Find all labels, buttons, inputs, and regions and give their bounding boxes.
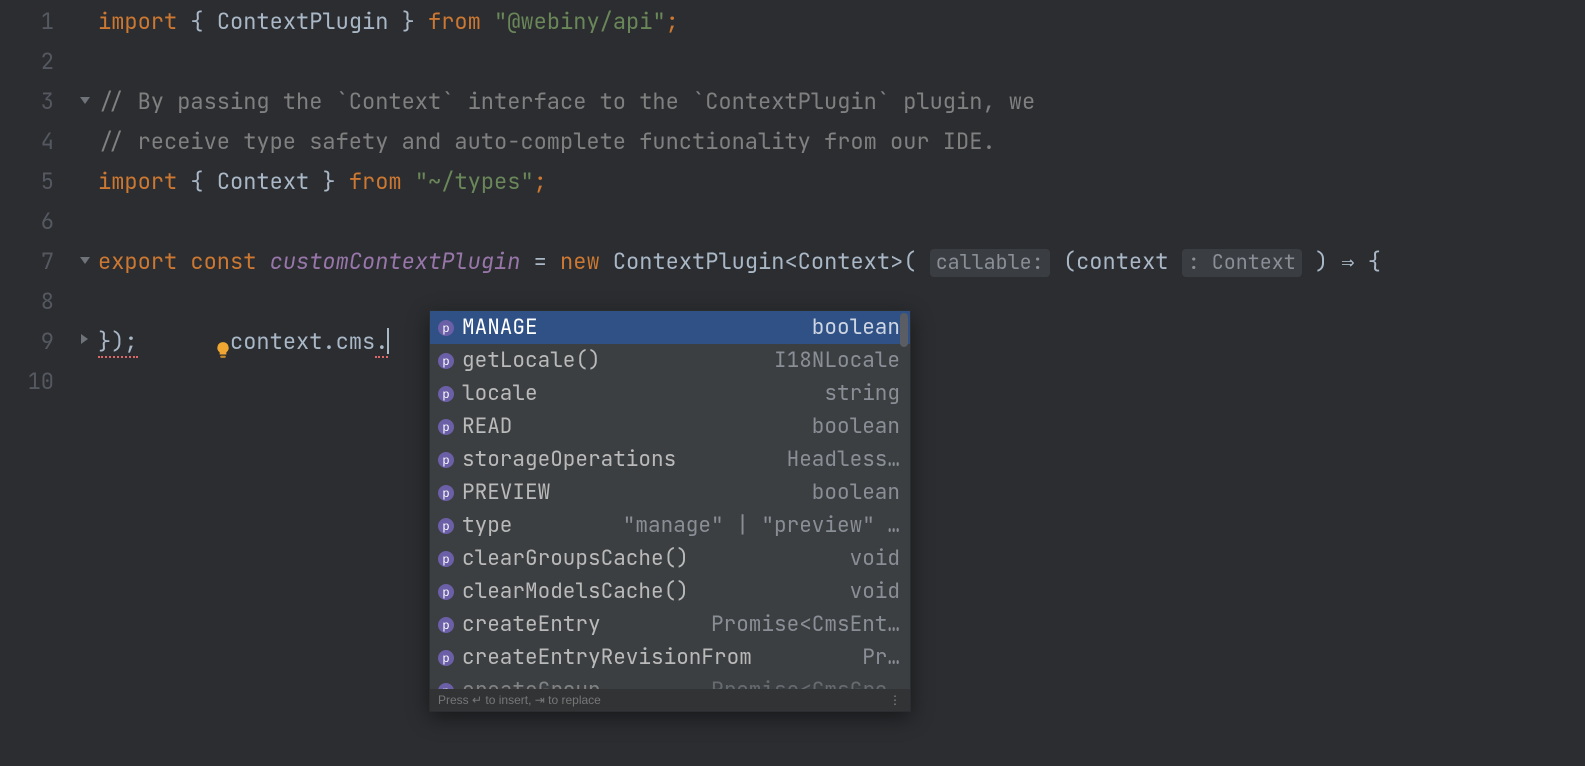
property-icon: p	[438, 419, 454, 435]
identifier: ContextPlugin	[613, 247, 785, 276]
completion-item[interactable]: p clearModelsCache() void	[430, 575, 910, 608]
punct: (	[903, 247, 916, 276]
code-line[interactable]	[98, 202, 1585, 242]
completion-item[interactable]: p storageOperations Headless…	[430, 443, 910, 476]
completion-item[interactable]: p locale string	[430, 377, 910, 410]
autocomplete-footer: Press ↵ to insert, ⇥ to replace ⋮	[430, 689, 910, 711]
completion-item[interactable]: p clearGroupsCache() void	[430, 542, 910, 575]
fold-column	[78, 0, 98, 766]
keyword: import	[98, 167, 177, 196]
property-icon: p	[438, 485, 454, 501]
completion-item[interactable]: p getLocale() I18NLocale	[430, 344, 910, 377]
completion-item[interactable]: p createEntry Promise<CmsEnt…	[430, 608, 910, 641]
punct: ;	[534, 167, 547, 196]
property-icon: p	[438, 353, 454, 369]
punct: <	[784, 247, 797, 276]
property-icon: p	[438, 650, 454, 666]
code-line[interactable]: import { Context } from "~/types";	[98, 162, 1585, 202]
keyword: const	[190, 247, 256, 276]
punct: ;	[666, 7, 679, 36]
line-number: 10	[0, 362, 78, 402]
scrollbar-thumb[interactable]	[900, 313, 908, 347]
keyword: new	[560, 247, 600, 276]
property-icon: p	[438, 320, 454, 336]
autocomplete-popup[interactable]: p MANAGE boolean p getLocale() I18NLocal…	[429, 310, 911, 712]
identifier: { Context }	[190, 167, 335, 196]
identifier: context	[1076, 247, 1168, 276]
code-line[interactable]: // receive type safety and auto-complete…	[98, 122, 1585, 162]
line-number: 3	[0, 82, 78, 122]
property-icon: p	[438, 452, 454, 468]
completion-item[interactable]: p PREVIEW boolean	[430, 476, 910, 509]
code-editor[interactable]: 1 2 3 4 5 6 7 8 9 10 import { ContextPlu…	[0, 0, 1585, 766]
line-number: 8	[0, 282, 78, 322]
fold-toggle-icon[interactable]	[78, 242, 98, 282]
identifier: customContextPlugin	[270, 247, 521, 276]
punct: {	[1368, 247, 1381, 276]
property-icon: p	[438, 386, 454, 402]
punct: (	[1063, 247, 1076, 276]
fold-toggle-icon[interactable]	[78, 82, 98, 122]
line-number: 1	[0, 2, 78, 42]
completion-item[interactable]: p type "manage" | "preview" …	[430, 509, 910, 542]
string: "~/types"	[415, 167, 534, 196]
code-line[interactable]: import { ContextPlugin } from "@webiny/a…	[98, 2, 1585, 42]
keyword: import	[98, 7, 177, 36]
property-icon: p	[438, 551, 454, 567]
code-line[interactable]: // By passing the `Context` interface to…	[98, 82, 1585, 122]
type: Context	[798, 247, 890, 276]
fold-toggle-icon[interactable]	[78, 322, 98, 362]
lightbulb-icon[interactable]	[108, 292, 126, 310]
operator: =	[520, 247, 560, 276]
line-number: 2	[0, 42, 78, 82]
line-number: 6	[0, 202, 78, 242]
gutter: 1 2 3 4 5 6 7 8 9 10	[0, 0, 78, 766]
inlay-hint: : Context	[1182, 249, 1302, 277]
operator: ⇒	[1328, 247, 1368, 276]
property-icon: p	[438, 584, 454, 600]
line-number: 5	[0, 162, 78, 202]
code-line[interactable]	[98, 42, 1585, 82]
inlay-hint: callable:	[930, 249, 1050, 277]
comment: // receive type safety and auto-complete…	[98, 127, 996, 156]
identifier: { ContextPlugin }	[190, 7, 414, 36]
line-number: 4	[0, 122, 78, 162]
property-icon: p	[438, 617, 454, 633]
string: "@webiny/api"	[494, 7, 666, 36]
line-number: 9	[0, 322, 78, 362]
property-icon: p	[438, 518, 454, 534]
code-line[interactable]: export const customContextPlugin = new C…	[98, 242, 1585, 282]
punct: )	[1315, 247, 1328, 276]
completion-item[interactable]: p READ boolean	[430, 410, 910, 443]
more-icon[interactable]: ⋮	[889, 680, 902, 712]
footer-hint: Press ↵ to insert, ⇥ to replace	[438, 680, 601, 712]
completion-item[interactable]: p MANAGE boolean	[430, 311, 910, 344]
punct: >	[890, 247, 903, 276]
keyword: from	[428, 7, 481, 36]
punct: });	[98, 327, 138, 358]
keyword: from	[349, 167, 402, 196]
code-area[interactable]: import { ContextPlugin } from "@webiny/a…	[98, 0, 1585, 766]
comment: // By passing the `Context` interface to…	[98, 87, 1035, 116]
line-number: 7	[0, 242, 78, 282]
completion-item[interactable]: p createEntryRevisionFrom Pr…	[430, 641, 910, 674]
keyword: export	[98, 247, 177, 276]
